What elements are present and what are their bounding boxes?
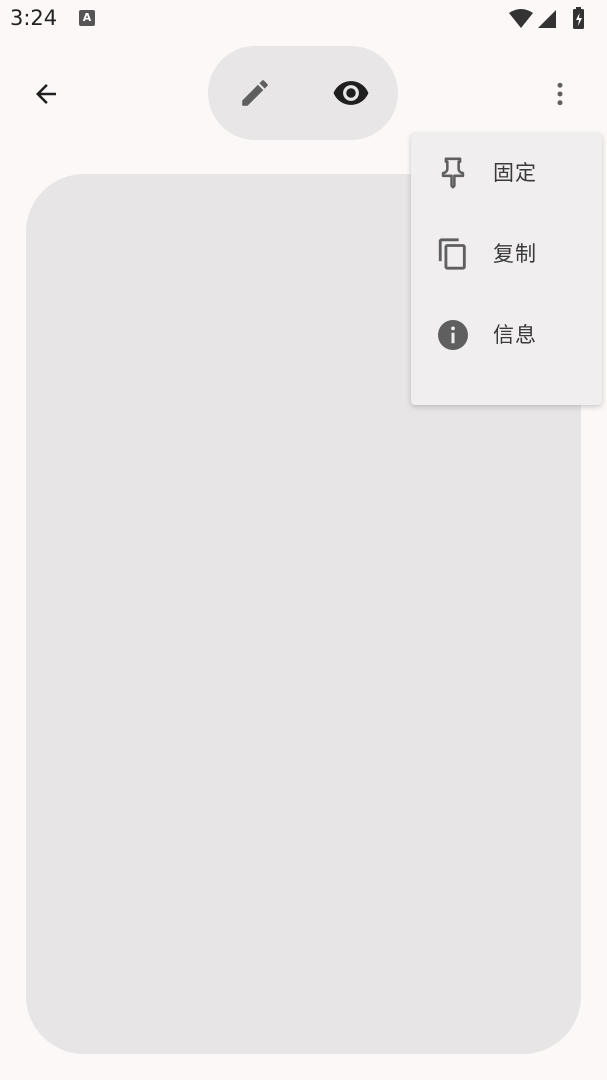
eye-icon <box>333 81 369 105</box>
info-icon <box>433 315 473 355</box>
pencil-icon <box>242 80 268 106</box>
status-time: 3:24 <box>10 6 58 30</box>
menu-item-pin[interactable]: 固定 <box>411 133 602 214</box>
more-options-button[interactable] <box>535 69 585 119</box>
arrow-back-icon <box>36 84 56 104</box>
copy-icon <box>433 234 473 274</box>
pin-icon <box>433 153 473 193</box>
signal-icon <box>538 10 556 28</box>
text-a-icon: A <box>79 10 95 26</box>
status-icons <box>507 6 597 34</box>
preview-mode-button[interactable] <box>326 68 376 118</box>
menu-item-copy[interactable]: 复制 <box>411 214 602 295</box>
menu-item-label: 复制 <box>493 242 537 266</box>
menu-item-info[interactable]: 信息 <box>411 295 602 376</box>
mode-toggle <box>208 46 398 140</box>
menu-item-label: 固定 <box>493 161 537 185</box>
edit-mode-button[interactable] <box>230 68 280 118</box>
top-app-bar <box>0 44 607 144</box>
more-vert-icon <box>557 82 563 106</box>
status-bar: 3:24 A <box>0 0 607 40</box>
overflow-menu: 固定 复制 信息 <box>411 133 602 405</box>
wifi-icon <box>509 9 533 28</box>
back-button[interactable] <box>21 69 71 119</box>
battery-charging-icon <box>573 7 584 29</box>
menu-item-label: 信息 <box>493 323 537 347</box>
